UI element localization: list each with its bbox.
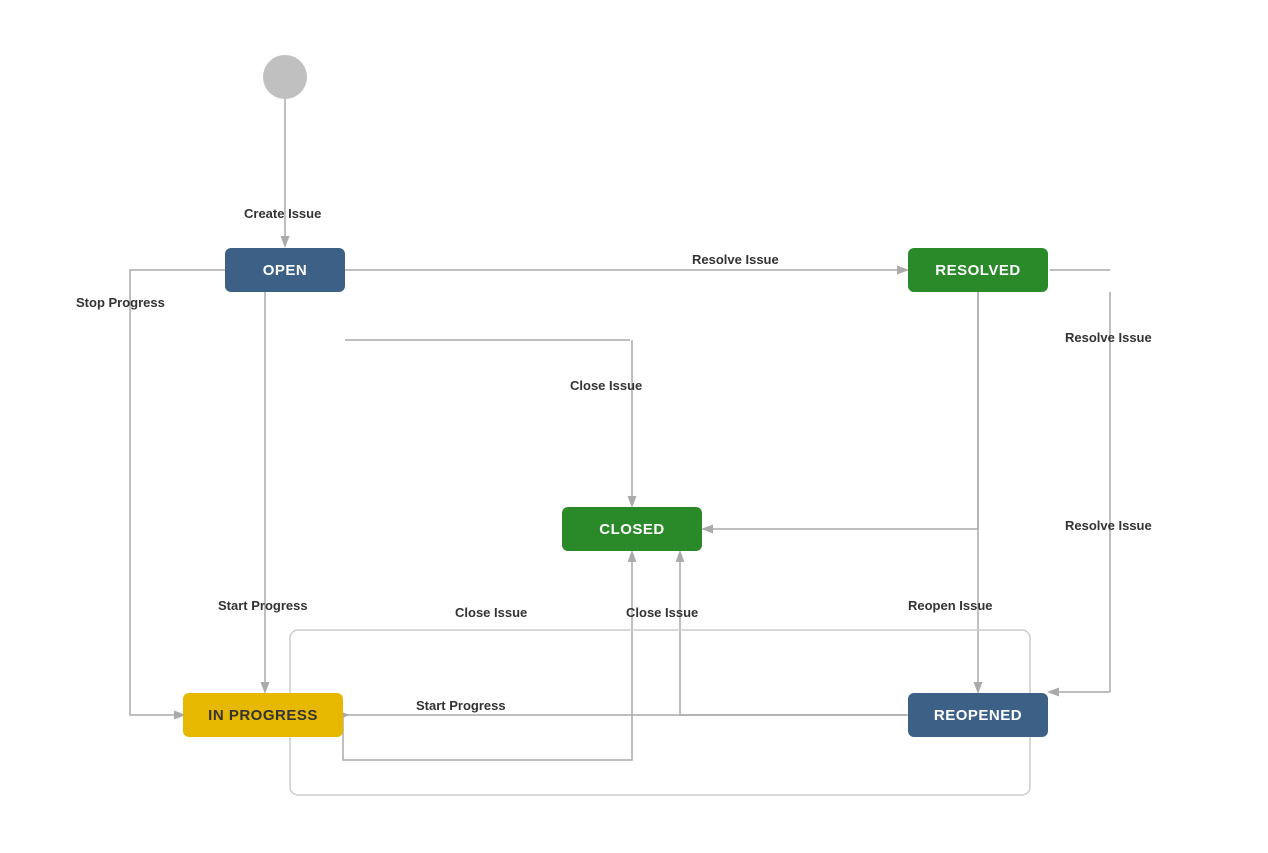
label-start-progress-2: Start Progress xyxy=(416,698,506,713)
state-resolved: RESOLVED xyxy=(908,248,1048,292)
label-close-issue-2: Close Issue xyxy=(455,605,527,620)
label-resolve-issue-2: Resolve Issue xyxy=(1065,330,1152,345)
state-diagram: OPEN RESOLVED CLOSED IN PROGRESS REOPENE… xyxy=(0,0,1268,853)
label-create-issue: Create Issue xyxy=(244,206,321,221)
label-resolve-issue-1: Resolve Issue xyxy=(692,252,779,267)
label-resolve-issue-3: Resolve Issue xyxy=(1065,518,1152,533)
label-close-issue-1: Close Issue xyxy=(570,378,642,393)
state-reopened: REOPENED xyxy=(908,693,1048,737)
state-closed: CLOSED xyxy=(562,507,702,551)
label-close-issue-3: Close Issue xyxy=(626,605,698,620)
state-open: OPEN xyxy=(225,248,345,292)
label-reopen-issue: Reopen Issue xyxy=(908,598,993,613)
start-node xyxy=(263,55,307,99)
label-stop-progress: Stop Progress xyxy=(76,295,165,310)
state-in-progress: IN PROGRESS xyxy=(183,693,343,737)
label-start-progress-1: Start Progress xyxy=(218,598,308,613)
